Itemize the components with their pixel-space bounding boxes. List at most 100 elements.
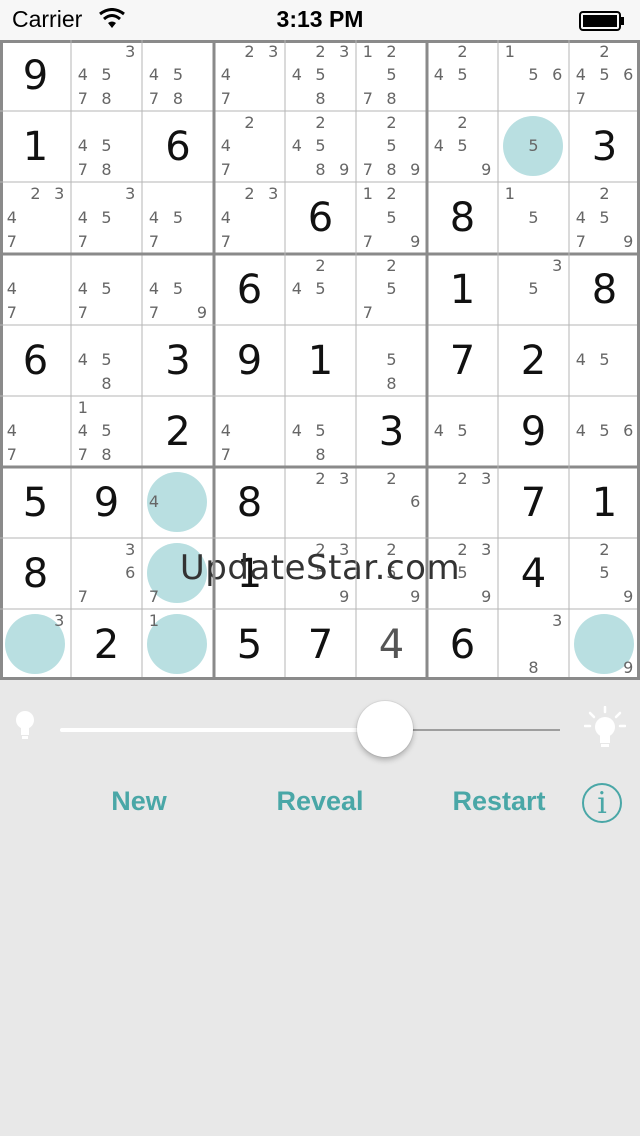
- sudoku-cell[interactable]: 457: [142, 182, 214, 254]
- sudoku-cell[interactable]: 4: [498, 538, 569, 609]
- sudoku-cell[interactable]: 5: [0, 467, 71, 538]
- sudoku-cell[interactable]: 12 57 9: [356, 182, 427, 254]
- sudoku-cell[interactable]: 58: [356, 325, 427, 396]
- cell-note: 5: [386, 563, 397, 583]
- sudoku-cell[interactable]: 26: [356, 467, 427, 538]
- sudoku-cell[interactable]: 47: [214, 396, 285, 467]
- sudoku-cell[interactable]: 3 457: [71, 182, 142, 254]
- sudoku-cell[interactable]: 47: [0, 254, 71, 325]
- sudoku-cell[interactable]: 3 6 7: [71, 538, 142, 609]
- sudoku-cell[interactable]: 4578: [71, 111, 142, 182]
- sudoku-cell[interactable]: 45 8: [285, 396, 356, 467]
- sudoku-cell[interactable]: 245 89: [285, 111, 356, 182]
- sudoku-cell[interactable]: 2: [142, 396, 214, 467]
- sudoku-cell[interactable]: 2: [71, 609, 142, 680]
- brightness-slider-track[interactable]: [60, 728, 385, 732]
- cell-note: 7: [575, 231, 586, 251]
- new-button[interactable]: New: [59, 786, 219, 817]
- sudoku-cell[interactable]: 156: [498, 40, 569, 111]
- cell-note: 2: [244, 112, 255, 132]
- sudoku-cell[interactable]: 1: [142, 609, 214, 680]
- cell-value: 9: [520, 408, 547, 455]
- sudoku-cell[interactable]: 7: [427, 325, 498, 396]
- sudoku-cell[interactable]: 2359: [285, 538, 356, 609]
- brightness-slider-thumb[interactable]: [357, 701, 413, 757]
- sudoku-cell[interactable]: 2359: [427, 538, 498, 609]
- sudoku-cell[interactable]: 45: [427, 396, 498, 467]
- sudoku-cell[interactable]: 7: [498, 467, 569, 538]
- sudoku-cell[interactable]: 2456 7: [569, 40, 640, 111]
- sudoku-cell[interactable]: 457: [71, 254, 142, 325]
- sudoku-cell[interactable]: 23 45 8: [285, 40, 356, 111]
- sudoku-cell[interactable]: 6: [142, 111, 214, 182]
- sudoku-cell[interactable]: 7: [142, 538, 214, 609]
- sudoku-cell[interactable]: 3: [142, 325, 214, 396]
- cell-value: 7: [520, 479, 547, 526]
- sudoku-cell[interactable]: 2: [498, 325, 569, 396]
- sudoku-cell[interactable]: 38: [498, 609, 569, 680]
- sudoku-cell[interactable]: 15: [498, 182, 569, 254]
- sudoku-cell[interactable]: 1: [427, 254, 498, 325]
- sudoku-cell[interactable]: 3: [356, 396, 427, 467]
- sudoku-cell[interactable]: 9: [569, 609, 640, 680]
- sudoku-cell[interactable]: 2 57: [356, 254, 427, 325]
- sudoku-cell[interactable]: 4578: [142, 40, 214, 111]
- reveal-button[interactable]: Reveal: [240, 786, 400, 817]
- sudoku-cell[interactable]: 8: [427, 182, 498, 254]
- sudoku-cell[interactable]: 5: [498, 111, 569, 182]
- sudoku-cell[interactable]: 1 4578: [71, 396, 142, 467]
- sudoku-cell[interactable]: 8: [0, 538, 71, 609]
- sudoku-cell[interactable]: 8: [569, 254, 640, 325]
- cell-note: 8: [315, 160, 326, 180]
- sudoku-cell[interactable]: 9: [214, 325, 285, 396]
- sudoku-cell[interactable]: 45 8: [71, 325, 142, 396]
- cell-note: 2: [30, 183, 41, 203]
- cell-note: 9: [623, 587, 634, 607]
- sudoku-cell[interactable]: 8: [214, 467, 285, 538]
- sudoku-cell[interactable]: 23 4 7: [0, 182, 71, 254]
- sudoku-cell[interactable]: 23 4 7: [214, 40, 285, 111]
- sudoku-cell[interactable]: 1: [569, 467, 640, 538]
- sudoku-cell[interactable]: 6: [427, 609, 498, 680]
- sudoku-cell[interactable]: 3: [0, 609, 71, 680]
- sudoku-cell[interactable]: 2457 9: [569, 182, 640, 254]
- sudoku-cell[interactable]: 2 59: [569, 538, 640, 609]
- sudoku-cell[interactable]: 457 9: [142, 254, 214, 325]
- sudoku-cell[interactable]: 5: [214, 609, 285, 680]
- sudoku-cell[interactable]: 4: [356, 609, 427, 680]
- cell-value: 9: [93, 479, 120, 526]
- sudoku-cell[interactable]: 23: [285, 467, 356, 538]
- cell-value: 3: [165, 337, 191, 384]
- sudoku-cell[interactable]: 23 4 7: [214, 182, 285, 254]
- info-button[interactable]: i: [582, 783, 622, 823]
- sudoku-cell[interactable]: 23: [427, 467, 498, 538]
- sudoku-cell[interactable]: 2 59: [356, 538, 427, 609]
- sudoku-cell[interactable]: 47: [0, 396, 71, 467]
- sudoku-cell[interactable]: 9: [71, 467, 142, 538]
- restart-button[interactable]: Restart: [419, 786, 579, 817]
- status-time: 3:13 PM: [276, 6, 364, 32]
- sudoku-cell[interactable]: 1: [214, 538, 285, 609]
- sudoku-cell[interactable]: 24 7: [214, 111, 285, 182]
- sudoku-cell[interactable]: 245: [427, 40, 498, 111]
- sudoku-cell[interactable]: 12 578: [356, 40, 427, 111]
- sudoku-cell[interactable]: 45: [569, 325, 640, 396]
- cell-note: 4: [575, 421, 586, 441]
- sudoku-cell[interactable]: 9: [498, 396, 569, 467]
- sudoku-cell[interactable]: 9: [0, 40, 71, 111]
- sudoku-cell[interactable]: 2 5789: [356, 111, 427, 182]
- sudoku-cell[interactable]: 456: [569, 396, 640, 467]
- sudoku-cell[interactable]: 1: [285, 325, 356, 396]
- sudoku-cell[interactable]: 7: [285, 609, 356, 680]
- sudoku-cell[interactable]: 6: [0, 325, 71, 396]
- sudoku-cell[interactable]: 4: [142, 467, 214, 538]
- cell-note: 8: [315, 445, 326, 465]
- sudoku-cell[interactable]: 6: [214, 254, 285, 325]
- sudoku-cell[interactable]: 3: [569, 111, 640, 182]
- sudoku-cell[interactable]: 1: [0, 111, 71, 182]
- sudoku-cell[interactable]: 6: [285, 182, 356, 254]
- sudoku-cell[interactable]: 35: [498, 254, 569, 325]
- sudoku-cell[interactable]: 3 4578: [71, 40, 142, 111]
- sudoku-cell[interactable]: 245: [285, 254, 356, 325]
- sudoku-cell[interactable]: 2459: [427, 111, 498, 182]
